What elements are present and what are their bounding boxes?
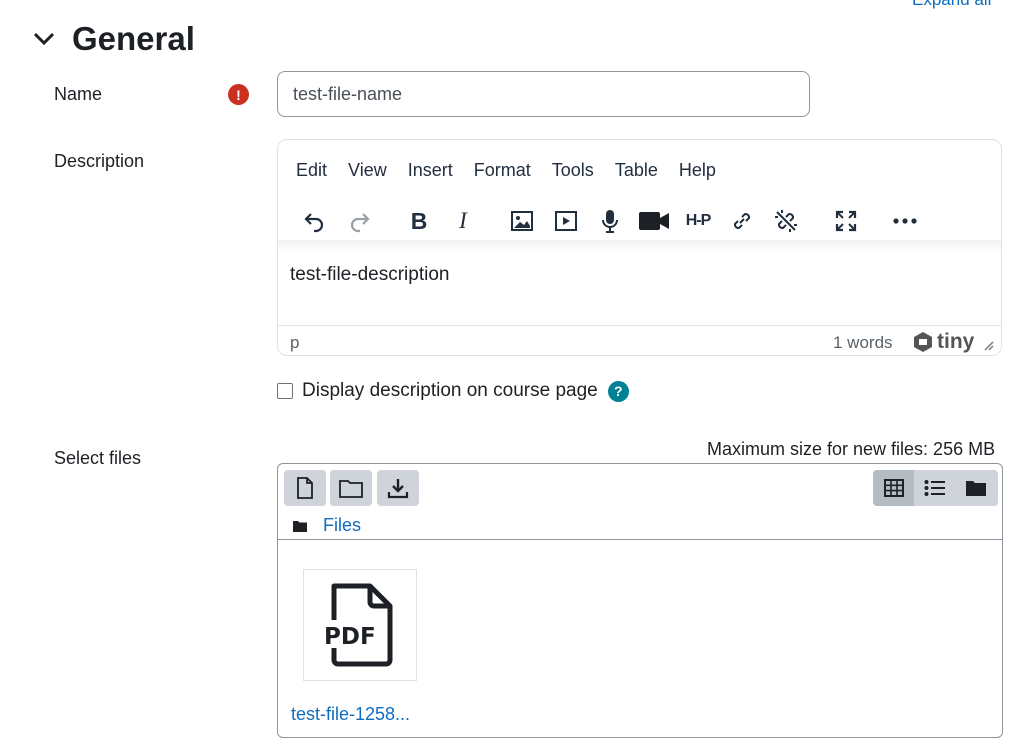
- undo-icon[interactable]: [294, 202, 334, 240]
- bold-icon[interactable]: B: [399, 202, 439, 240]
- link-icon[interactable]: [722, 202, 762, 240]
- editor-toolbar: B I H-P: [288, 202, 988, 242]
- folder-icon: [293, 520, 307, 532]
- image-icon[interactable]: [502, 202, 542, 240]
- h5p-icon[interactable]: H-P: [678, 202, 718, 240]
- display-description-checkbox[interactable]: [277, 383, 293, 399]
- editor-menubar: Edit View Insert Format Tools Table Help: [296, 160, 737, 181]
- file-manager-toolbar: Files: [278, 464, 1002, 540]
- breadcrumb-files[interactable]: Files: [323, 515, 361, 536]
- download-icon[interactable]: [377, 470, 419, 506]
- view-switcher: [873, 470, 998, 506]
- menu-insert[interactable]: Insert: [408, 160, 453, 181]
- video-camera-icon[interactable]: [634, 202, 674, 240]
- max-size-note: Maximum size for new files: 256 MB: [707, 439, 996, 459]
- pdf-file-icon: PDF: [322, 583, 393, 667]
- menu-edit[interactable]: Edit: [296, 160, 327, 181]
- description-label: Description: [54, 151, 145, 171]
- menu-table[interactable]: Table: [615, 160, 658, 181]
- display-description-label[interactable]: Display description on course page: [302, 380, 598, 402]
- unlink-icon[interactable]: [766, 202, 806, 240]
- exclamation-icon: !: [228, 84, 249, 105]
- tiny-logo[interactable]: tiny: [912, 330, 974, 354]
- menu-help[interactable]: Help: [679, 160, 716, 181]
- add-file-icon[interactable]: [284, 470, 326, 506]
- section-title: General: [72, 20, 195, 57]
- breadcrumb: Files: [293, 515, 361, 536]
- menu-format[interactable]: Format: [474, 160, 531, 181]
- file-thumbnail[interactable]: PDF: [303, 569, 417, 681]
- help-icon[interactable]: ?: [607, 380, 629, 402]
- editor-statusbar: p 1 words tiny: [278, 325, 1001, 356]
- toolbar-divider: [278, 240, 1001, 252]
- name-input[interactable]: [277, 71, 810, 117]
- element-path[interactable]: p: [290, 333, 299, 353]
- word-count[interactable]: 1 words: [833, 333, 893, 353]
- menu-view[interactable]: View: [348, 160, 387, 181]
- expand-all-link[interactable]: Expand all: [912, 0, 991, 10]
- more-icon[interactable]: [885, 202, 925, 240]
- select-files-label: Select files: [54, 448, 142, 468]
- menu-tools[interactable]: Tools: [552, 160, 594, 181]
- rich-text-editor: Edit View Insert Format Tools Table Help…: [277, 139, 1002, 356]
- tiny-brand: tiny: [937, 330, 975, 353]
- file-manager: Files PDF test-file-1258...: [277, 463, 1003, 738]
- editor-content[interactable]: test-file-description: [290, 264, 449, 286]
- name-label: Name: [54, 84, 103, 104]
- svg-text:PDF: PDF: [324, 624, 376, 650]
- fullscreen-icon[interactable]: [826, 202, 866, 240]
- grid-view-icon[interactable]: [873, 470, 914, 506]
- display-description-row: Display description on course page ?: [277, 380, 629, 402]
- list-view-icon[interactable]: [914, 470, 955, 506]
- microphone-icon[interactable]: [590, 202, 630, 240]
- file-name-link[interactable]: test-file-1258...: [291, 704, 410, 725]
- tree-view-icon[interactable]: [955, 470, 996, 506]
- section-header-general[interactable]: General: [30, 20, 195, 58]
- italic-icon[interactable]: I: [443, 202, 483, 240]
- resize-handle-icon[interactable]: [982, 338, 994, 356]
- create-folder-icon[interactable]: [330, 470, 372, 506]
- media-icon[interactable]: [546, 202, 586, 240]
- chevron-down-icon[interactable]: [30, 25, 58, 53]
- redo-icon[interactable]: [340, 202, 380, 240]
